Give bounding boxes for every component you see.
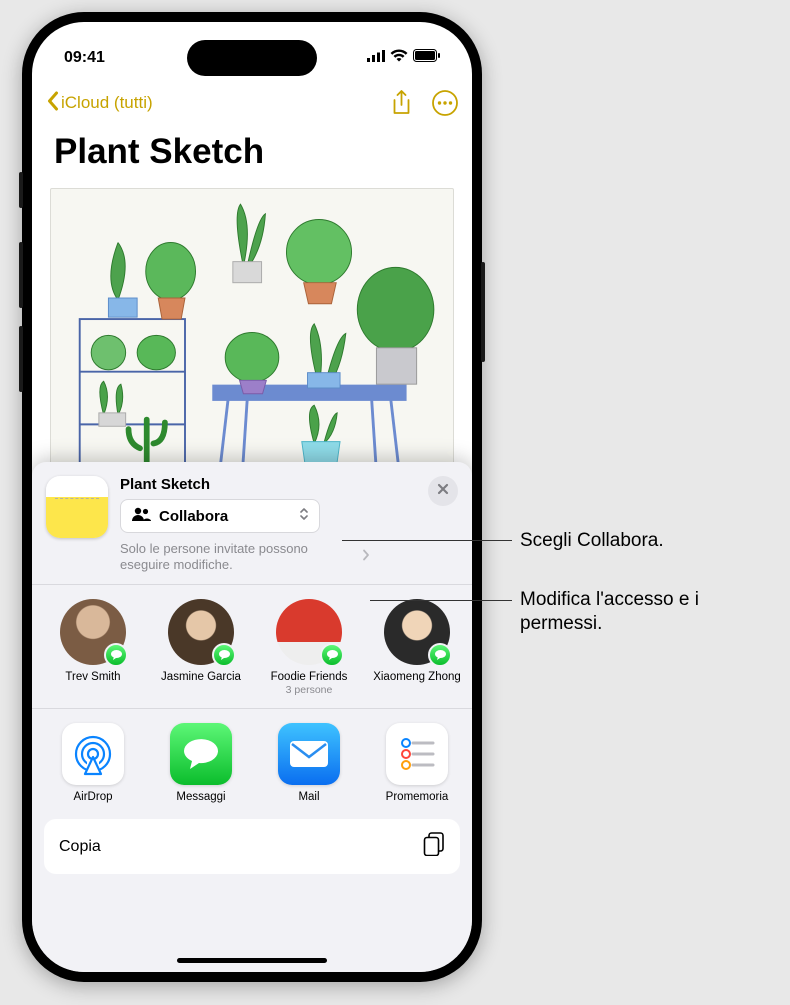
callout-permissions: Modifica l'accesso e i permessi. [520, 588, 730, 636]
contact-item[interactable]: Foodie Friends 3 persone [264, 599, 354, 697]
contact-name: Jasmine Garcia [156, 671, 246, 685]
contact-name: Foodie Friends [264, 671, 354, 685]
app-name: Messaggi [156, 791, 246, 803]
copy-action[interactable]: Copia [44, 819, 460, 874]
contact-item[interactable]: Jasmine Garcia [156, 599, 246, 697]
app-name: Mail [264, 791, 354, 803]
app-airdrop[interactable]: AirDrop [48, 723, 138, 803]
close-icon [437, 482, 449, 500]
sheet-title: Plant Sketch [120, 476, 458, 493]
note-sketch [50, 188, 454, 498]
side-button [19, 326, 23, 392]
messages-badge-icon [104, 643, 128, 667]
messages-badge-icon [320, 643, 344, 667]
page-title: Plant Sketch [54, 132, 264, 172]
more-button[interactable] [432, 90, 458, 116]
back-label: iCloud (tutti) [61, 93, 153, 113]
app-name: AirDrop [48, 791, 138, 803]
share-sheet: Plant Sketch Collabora Solo le persone i… [32, 462, 472, 972]
callout-line [342, 540, 512, 541]
updown-chevron-icon [299, 506, 309, 526]
copy-icon [423, 832, 445, 861]
contact-sub: 3 persone [264, 684, 354, 696]
side-button [19, 172, 23, 208]
mail-icon [278, 723, 340, 785]
messages-badge-icon [428, 643, 452, 667]
callout-line [370, 600, 512, 601]
messages-icon [170, 723, 232, 785]
side-button [481, 262, 485, 362]
chevron-left-icon [46, 91, 59, 116]
status-time: 09:41 [64, 49, 105, 67]
contact-name: Trev Smith [48, 671, 138, 685]
app-mail[interactable]: Mail [264, 723, 354, 803]
notes-app-icon [46, 476, 108, 538]
permissions-link[interactable]: Solo le persone invitate possono eseguir… [120, 541, 370, 574]
plant-sketch-svg [51, 189, 453, 497]
contact-item[interactable]: Trev Smith [48, 599, 138, 697]
contact-item[interactable]: Xiaomeng Zhong [372, 599, 462, 697]
home-indicator[interactable] [177, 958, 327, 963]
suggested-contacts: Trev Smith Jasmine Garcia [32, 585, 472, 709]
people-icon [131, 507, 151, 525]
callout-collaborate: Scegli Collabora. [520, 529, 664, 553]
airdrop-icon [62, 723, 124, 785]
share-apps: AirDrop Messaggi Mail [32, 709, 472, 809]
app-messages[interactable]: Messaggi [156, 723, 246, 803]
screen: 09:41 iCloud (tutti) [32, 22, 472, 972]
side-button [19, 242, 23, 308]
cellular-icon [367, 49, 385, 67]
messages-badge-icon [212, 643, 236, 667]
chevron-right-icon [362, 549, 370, 565]
permissions-text: Solo le persone invitate possono eseguir… [120, 541, 358, 574]
iphone-frame: 09:41 iCloud (tutti) [22, 12, 482, 982]
collaborate-select[interactable]: Collabora [120, 499, 320, 533]
app-reminders[interactable]: Promemoria [372, 723, 462, 803]
reminders-icon [386, 723, 448, 785]
app-name: Promemoria [372, 791, 462, 803]
wifi-icon [390, 49, 408, 67]
collaborate-label: Collabora [159, 508, 228, 525]
share-button[interactable] [388, 90, 414, 116]
back-button[interactable]: iCloud (tutti) [46, 91, 153, 116]
battery-icon [413, 49, 440, 67]
copy-label: Copia [59, 838, 101, 856]
contact-name: Xiaomeng Zhong [372, 671, 462, 685]
close-button[interactable] [428, 476, 458, 506]
dynamic-island [187, 40, 317, 76]
nav-bar: iCloud (tutti) [32, 80, 472, 126]
